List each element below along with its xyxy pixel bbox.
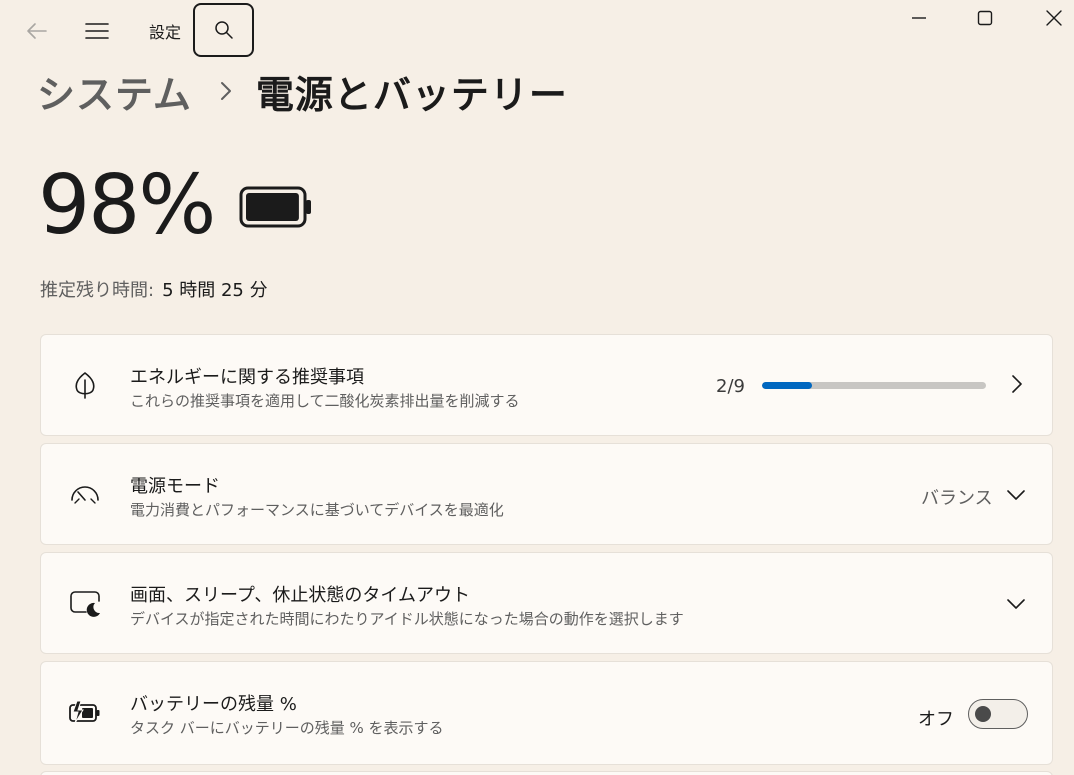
remaining-time-label: 推定残り時間: (40, 280, 155, 301)
search-icon (214, 21, 233, 39)
chevron-down-icon[interactable] (1004, 484, 1028, 506)
back-button[interactable] (20, 14, 54, 48)
settings-window: 設定 システム 電源とバッテリー 98% 推定残り時間: 5 時間 25 分 エ… (0, 0, 1074, 775)
battery-charging-icon (65, 692, 105, 732)
page-title: 電源とバッテリー (255, 72, 568, 117)
energy-recommendations-card[interactable]: エネルギーに関する推奨事項 これらの推奨事項を適用して二酸化炭素排出量を削減する… (40, 334, 1053, 436)
maximize-button[interactable] (964, 2, 1006, 34)
breadcrumb: システム 電源とバッテリー (37, 64, 568, 118)
remaining-time: 推定残り時間: 5 時間 25 分 (40, 276, 268, 302)
power-mode-title: 電源モード (130, 476, 220, 497)
app-title: 設定 (149, 23, 182, 42)
maximize-icon (977, 10, 993, 26)
chevron-right-icon (220, 82, 231, 100)
close-button[interactable] (1033, 2, 1074, 34)
recommendations-progress-fill (762, 382, 812, 389)
breadcrumb-separator (220, 81, 232, 101)
power-mode-value[interactable]: バランス (921, 484, 993, 510)
energy-recommendations-subtitle: これらの推奨事項を適用して二酸化炭素排出量を削減する (130, 392, 520, 410)
toggle-knob (975, 706, 991, 722)
leaf-icon (65, 365, 105, 405)
screen-sleep-timeout-card[interactable]: 画面、スリープ、休止状態のタイムアウト デバイスが指定された時間にわたりアイドル… (40, 552, 1053, 654)
close-icon (1046, 10, 1062, 26)
recommendations-progress-bar (762, 382, 986, 389)
navigation-menu-button[interactable] (78, 14, 116, 48)
battery-percentage-title: バッテリーの残量 % (130, 694, 297, 715)
gauge-icon (65, 474, 105, 514)
screen-sleep-timeout-title: 画面、スリープ、休止状態のタイムアウト (130, 585, 471, 606)
battery-percentage-card: バッテリーの残量 % タスク バーにバッテリーの残量 % を表示する オフ (40, 661, 1053, 765)
chevron-right-icon (1012, 375, 1022, 393)
hamburger-menu-icon (85, 23, 109, 39)
power-mode-subtitle: 電力消費とパフォーマンスに基づいてデバイスを最適化 (130, 501, 504, 519)
breadcrumb-parent-link[interactable]: システム (37, 64, 192, 119)
next-setting-card[interactable] (40, 771, 1053, 775)
back-arrow-icon (27, 23, 47, 39)
title-bar: 設定 (0, 0, 1074, 60)
battery-percentage: 98% (38, 158, 216, 253)
search-button[interactable] (193, 3, 254, 57)
battery-percentage-toggle[interactable] (968, 699, 1028, 729)
screen-sleep-timeout-subtitle: デバイスが指定された時間にわたりアイドル状態になった場合の動作を選択します (130, 610, 684, 628)
battery-percentage-subtitle: タスク バーにバッテリーの残量 % を表示する (130, 719, 444, 737)
recommendations-progress-label: 2/9 (716, 376, 745, 397)
chevron-down-icon[interactable] (1004, 593, 1028, 615)
minimize-button[interactable] (898, 2, 940, 34)
power-mode-card[interactable]: 電源モード 電力消費とパフォーマンスに基づいてデバイスを最適化 バランス (40, 443, 1053, 545)
remaining-time-value: 5 時間 25 分 (162, 280, 268, 301)
battery-full-icon (239, 185, 313, 233)
minimize-icon (912, 17, 926, 19)
energy-recommendations-title: エネルギーに関する推奨事項 (130, 367, 364, 388)
battery-percentage-toggle-label: オフ (918, 709, 954, 730)
screen-sleep-icon (65, 583, 105, 623)
